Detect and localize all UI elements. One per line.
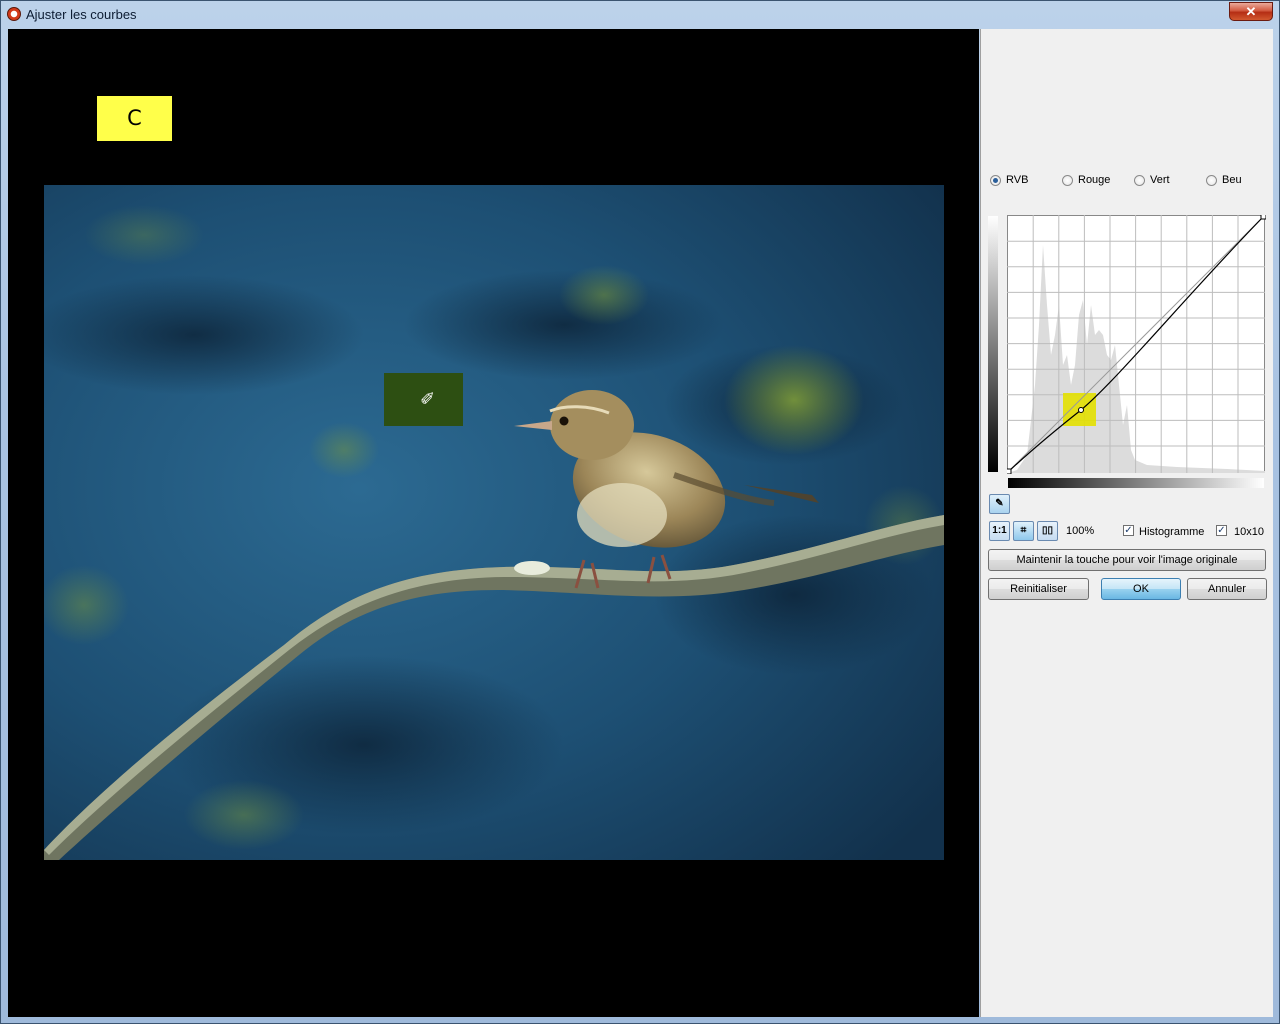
eyedropper-cursor-icon: ✐: [420, 389, 436, 409]
input-gradient-bar: [1008, 478, 1264, 488]
radio-icon: [1134, 174, 1145, 186]
curve-endpoint-black[interactable]: [1007, 468, 1012, 474]
curve-endpoint-white[interactable]: [1260, 215, 1266, 220]
settings-panel: RVB Rouge Vert Beu ✎ 1:1 ⌗ ▯▯ 100% ✓ His…: [980, 29, 1273, 1017]
channel-rgb-radio[interactable]: RVB: [990, 172, 1028, 188]
annotation-label: C: [97, 96, 172, 141]
channel-label: RVB: [1006, 174, 1029, 186]
channel-label: Vert: [1150, 174, 1170, 186]
split-view-button[interactable]: ▯▯: [1037, 521, 1058, 541]
preview-canvas: C ✐: [8, 29, 979, 1017]
curves-dialog: Ajuster les courbes ✕ C ✐ RVB Rouge Vert…: [0, 0, 1280, 1024]
app-icon: [7, 7, 21, 21]
channel-label: Beu: [1222, 174, 1242, 186]
channel-blue-radio[interactable]: Beu: [1206, 172, 1242, 188]
radio-icon: [1062, 174, 1073, 186]
fit-icon: ⌗: [1020, 525, 1027, 536]
radio-icon: [1206, 174, 1217, 186]
grid-label: 10x10: [1234, 526, 1264, 538]
window-title: Ajuster les courbes: [26, 7, 137, 22]
eyedropper-button[interactable]: ✎: [989, 494, 1010, 514]
cancel-button[interactable]: Annuler: [1187, 578, 1267, 600]
close-button[interactable]: ✕: [1229, 2, 1273, 21]
reset-button[interactable]: Reinitialiser: [988, 578, 1089, 600]
curve-graph[interactable]: [1007, 215, 1266, 474]
zoom-level: 100%: [1066, 525, 1095, 537]
channel-green-radio[interactable]: Vert: [1134, 172, 1170, 188]
preview-image[interactable]: ✐: [44, 185, 944, 860]
fit-window-button[interactable]: ⌗: [1013, 521, 1034, 541]
hold-original-button[interactable]: Maintenir la touche pour voir l'image or…: [988, 549, 1266, 571]
zoom-1to1-button[interactable]: 1:1: [989, 521, 1010, 541]
bird-photo: [44, 185, 944, 860]
radio-icon: [990, 174, 1001, 186]
channel-label: Rouge: [1078, 174, 1111, 186]
curve-control-point[interactable]: [1078, 407, 1084, 413]
grid-checkbox[interactable]: ✓: [1216, 525, 1227, 536]
title-bar[interactable]: Ajuster les courbes ✕: [1, 1, 1279, 28]
channel-red-radio[interactable]: Rouge: [1062, 172, 1110, 188]
split-icon: ▯▯: [1041, 525, 1053, 536]
eyedropper-icon: ✎: [995, 498, 1004, 509]
output-gradient-bar: [988, 216, 998, 472]
ok-button[interactable]: OK: [1101, 578, 1181, 600]
histogram-checkbox[interactable]: ✓: [1123, 525, 1134, 536]
histogram-label: Histogramme: [1139, 526, 1205, 538]
